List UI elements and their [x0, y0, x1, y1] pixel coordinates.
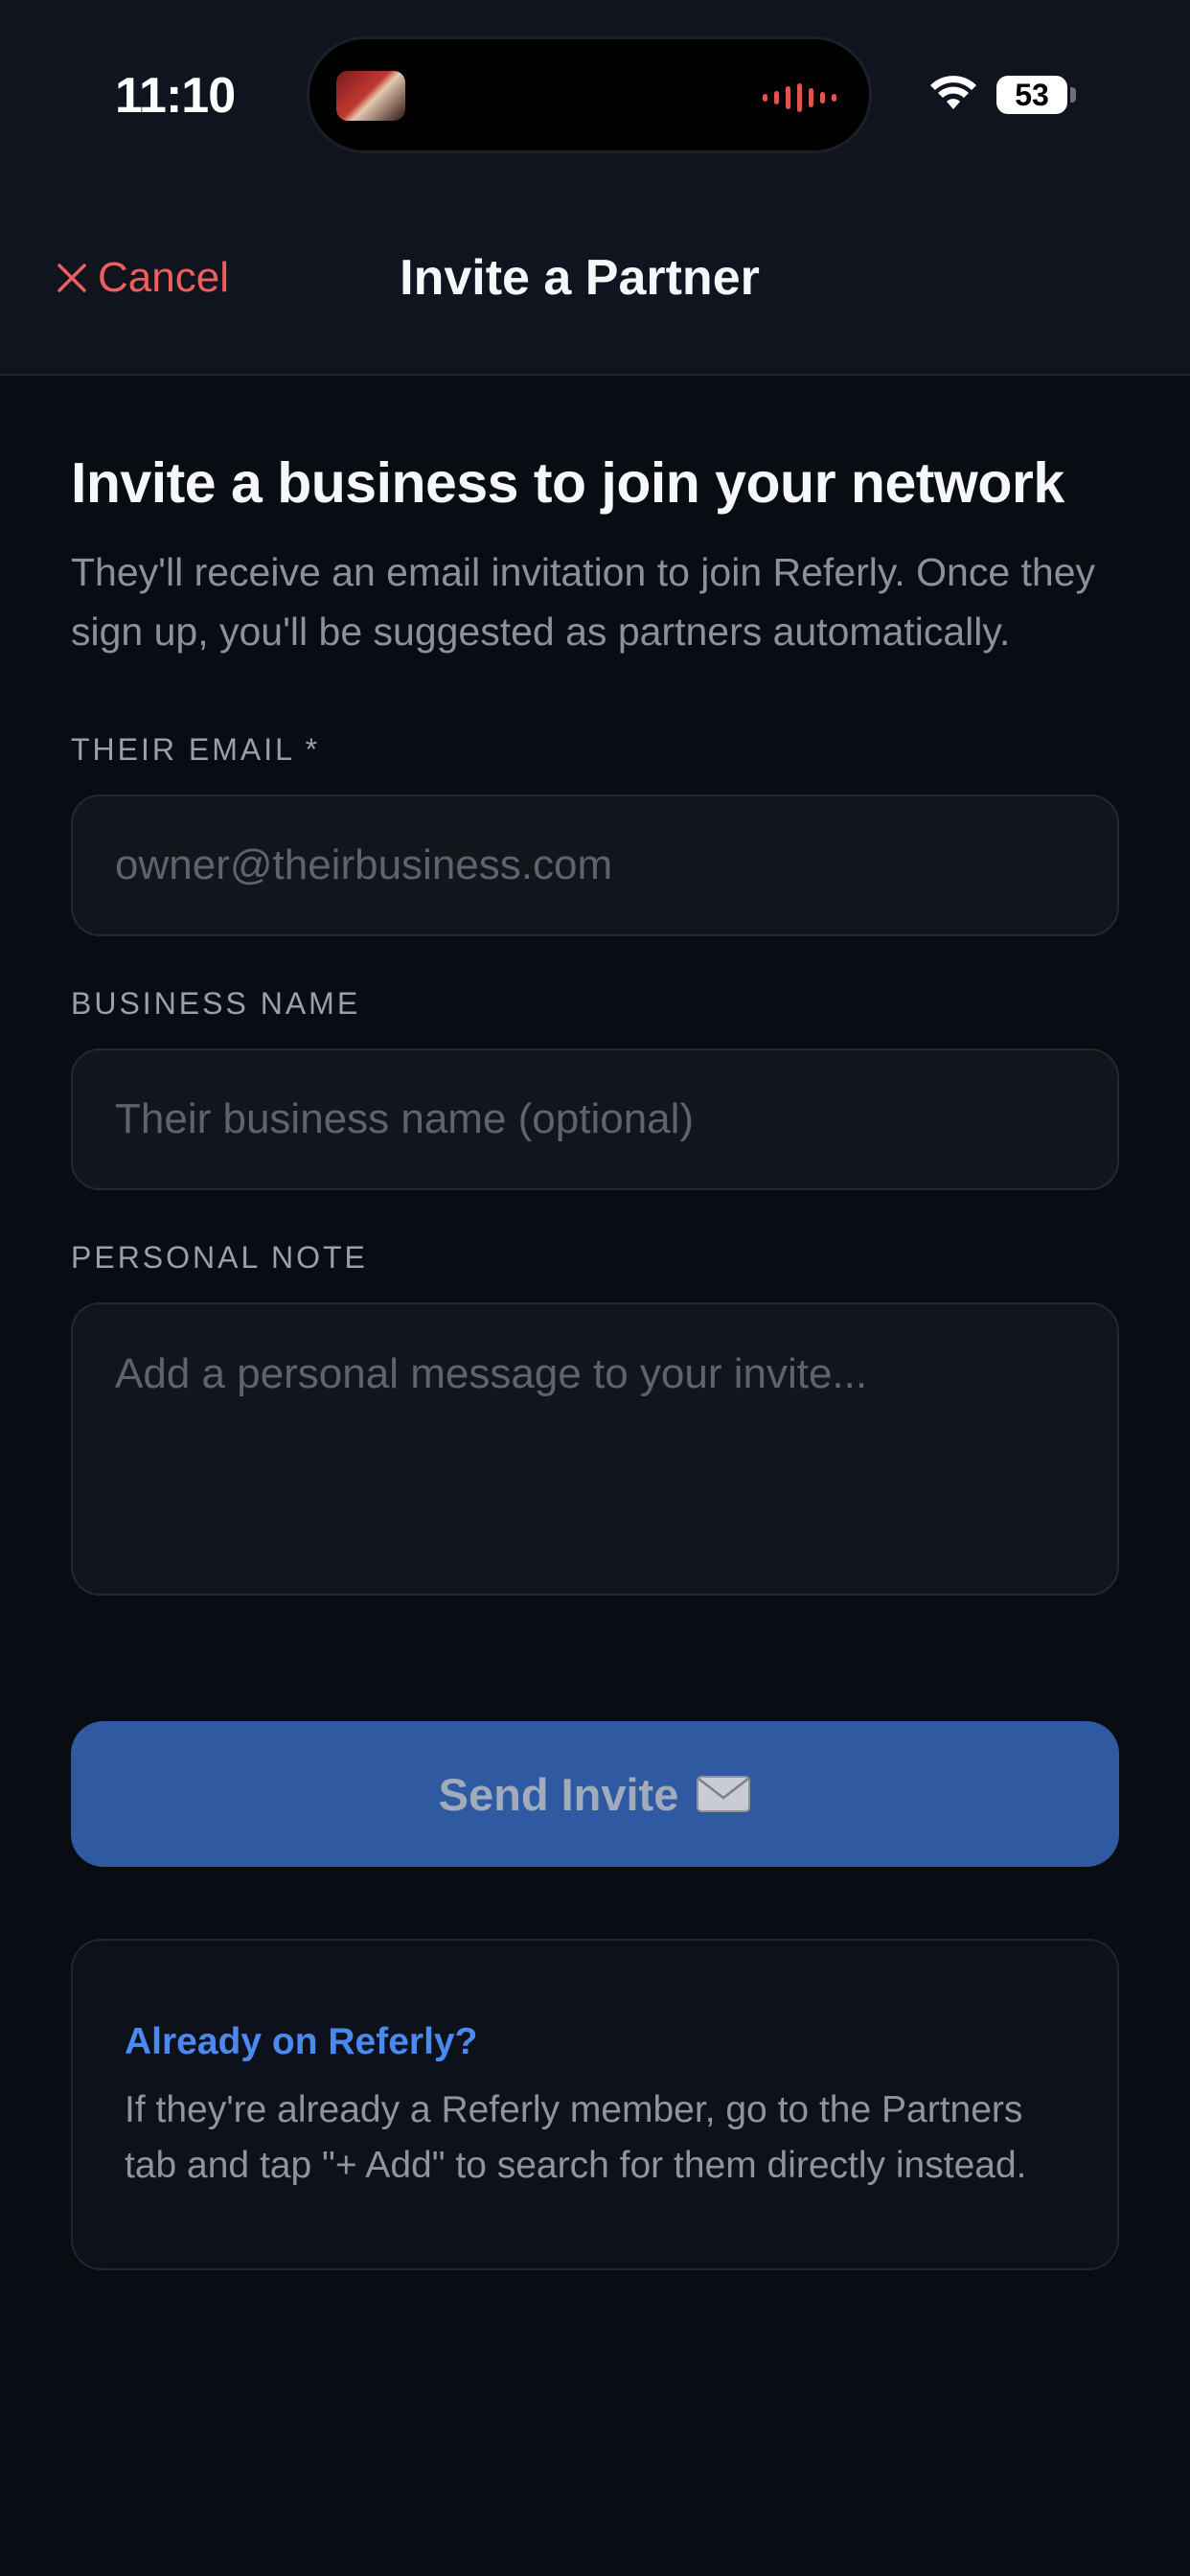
personal-note-textarea[interactable]: Add a personal message to your invite... [71, 1302, 1119, 1596]
personal-note-placeholder: Add a personal message to your invite... [115, 1350, 868, 1397]
dynamic-island[interactable] [307, 36, 872, 153]
status-bar: 11:10 53 [0, 0, 1190, 192]
battery-icon: 53 [996, 76, 1067, 114]
info-card: Already on Referly? If they're already a… [71, 1939, 1119, 2270]
wifi-icon [930, 76, 976, 109]
section-headline: Invite a business to join your network [71, 451, 1064, 515]
envelope-icon [697, 1776, 751, 1812]
business-name-group: BUSINESS NAME Their business name (optio… [71, 986, 1119, 1190]
invite-form: Invite a business to join your network T… [71, 376, 1119, 1596]
email-placeholder: owner@theirbusiness.com [115, 841, 613, 888]
now-playing-thumbnail [336, 71, 405, 121]
info-card-body: If they're already a Referly member, go … [125, 2089, 1027, 2186]
business-name-input[interactable]: Their business name (optional) [71, 1048, 1119, 1190]
personal-note-group: PERSONAL NOTE Add a personal message to … [71, 1240, 1119, 1596]
page-title: Invite a Partner [400, 250, 760, 306]
send-invite-button[interactable]: Send Invite [71, 1721, 1119, 1867]
business-name-placeholder: Their business name (optional) [115, 1095, 695, 1142]
email-label: THEIR EMAIL * [71, 732, 321, 767]
audio-waveform-icon [763, 83, 836, 112]
info-card-title: Already on Referly? [125, 2021, 478, 2062]
send-invite-label: Send Invite [438, 1768, 679, 1820]
business-name-label: BUSINESS NAME [71, 986, 361, 1021]
email-group: THEIR EMAIL * owner@theirbusiness.com [71, 732, 1119, 936]
section-description: They'll receive an email invitation to j… [71, 550, 1096, 654]
personal-note-label: PERSONAL NOTE [71, 1240, 368, 1275]
nav-bar: Cancel Invite a Partner [0, 192, 1190, 376]
battery-cap [1070, 87, 1076, 103]
status-time: 11:10 [115, 68, 236, 124]
email-input[interactable]: owner@theirbusiness.com [71, 794, 1119, 936]
invite-partner-screen: 11:10 53 Cancel Invite a Partner Invite … [0, 0, 1190, 2576]
